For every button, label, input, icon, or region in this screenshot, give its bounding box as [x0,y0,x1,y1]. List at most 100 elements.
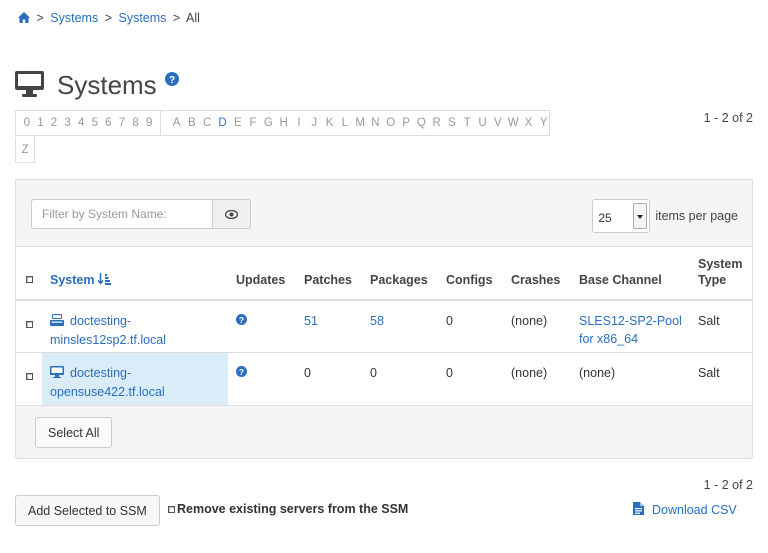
system-name-link[interactable]: doctesting-minsles12sp2.tf.local [50,314,166,347]
monitor-icon [15,71,44,100]
crashes-cell: (none) [503,299,571,353]
alpha-filter-letter: X [524,117,533,129]
breadcrumb-systems-link[interactable]: Systems [50,11,98,25]
pagination-bottom: 1 - 2 of 2 [703,478,753,492]
row-checkbox[interactable] [25,320,33,328]
packages-cell: 58 [362,299,438,353]
systems-table: System Updates Patches Packages Configs … [16,246,752,406]
row-checkbox[interactable] [25,373,33,380]
system-type-cell: Salt [690,352,752,406]
alpha-filter-digit: 0 [23,117,30,129]
page-header: Systems ? [15,53,179,119]
file-csv-icon [633,502,652,518]
column-header-base-channel: Base Channel [571,246,690,301]
eye-icon [224,207,239,222]
alpha-filter-letter: A [172,117,181,129]
breadcrumb-systems-sub-link[interactable]: Systems [119,11,167,25]
column-header-packages: Packages [362,246,438,301]
alpha-filter-letter: I [297,117,301,129]
alpha-filter-digit: 5 [91,117,98,129]
alpha-filter-letter: P [402,117,410,129]
remove-from-ssm-label: Remove existing servers from the SSM [177,502,409,516]
base-channel-link[interactable]: SLES12-SP2-Pool for x86_64 [579,314,682,346]
alpha-filter-letter: R [432,117,441,129]
column-header-updates: Updates [228,246,296,301]
alpha-filter-letter: Q [416,117,426,129]
row-checkbox-cell [16,352,42,406]
alpha-filter-z: Z [15,137,35,163]
table-row: doctesting-minsles12sp2.tf.local ? 51 58… [16,299,752,353]
svg-text:?: ? [239,315,244,325]
alpha-filter-digit: 7 [118,117,126,129]
alpha-filter-letter: O [386,117,396,129]
table-row: doctesting-opensuse422.tf.local ? 0 0 0 … [16,352,752,406]
updates-cell: ? [228,299,296,353]
select-all-button[interactable]: Select All [35,417,113,448]
alpha-filter-letter[interactable]: D [215,117,230,129]
alpha-filter-letter: C [203,117,212,129]
alpha-filter-digit: 1 [37,117,44,129]
system-name-cell: doctesting-opensuse422.tf.local [42,352,228,406]
breadcrumb-current: All [186,11,200,25]
updates-cell: ? [228,352,296,406]
filter-button[interactable] [213,199,251,229]
alpha-filter-digit: 3 [64,117,71,129]
column-header-system[interactable]: System [42,246,228,301]
alpha-filter-letter: S [448,117,456,129]
alpha-filter-digit: 2 [50,117,58,129]
configs-cell: 0 [438,299,503,353]
breadcrumb: > Systems > Systems > All [18,11,200,26]
column-header-configs: Configs [438,246,503,301]
download-csv-link[interactable]: Download CSV [633,502,737,518]
alpha-filter-letter: W [507,117,519,129]
alpha-filter-letter: B [188,117,196,129]
table-header-row: System Updates Patches Packages Configs … [16,246,752,301]
crashes-cell: (none) [503,352,571,406]
row-checkbox-cell [16,299,42,353]
svg-text:?: ? [239,367,244,377]
alphabet-filter-bar: 0123456789 ABCDEFGHIJKLMNOPQRSTUVWXY [15,110,550,136]
alpha-filter-letter: Y [539,117,548,129]
per-page-value: 25 [598,211,612,225]
system-name-link[interactable]: doctesting-opensuse422.tf.local [50,366,165,399]
breadcrumb-separator: > [104,11,113,25]
configs-cell: 0 [438,352,503,406]
patches-cell: 0 [296,352,362,406]
patches-link[interactable]: 51 [304,314,318,328]
page-title: Systems [57,70,157,101]
base-channel-cell: SLES12-SP2-Pool for x86_64 [571,299,690,353]
select-all-checkbox[interactable] [25,275,33,283]
question-circle-icon[interactable]: ? [236,312,247,330]
home-icon[interactable] [18,12,30,26]
filter-system-name-input[interactable] [31,199,213,229]
packages-cell: 0 [362,352,438,406]
alpha-filter-letter: M [355,117,365,129]
select-all-header-cell [16,246,42,301]
add-selected-to-ssm-button[interactable]: Add Selected to SSM [15,495,160,526]
alpha-filter-letter: H [279,117,288,129]
svg-text:?: ? [169,75,175,86]
alpha-filter-letter: E [233,117,242,129]
remove-from-ssm-checkbox[interactable] [168,505,175,513]
per-page-label: items per page [655,209,738,223]
alpha-filter-letter: U [478,117,487,129]
system-name-cell: doctesting-minsles12sp2.tf.local [42,299,228,353]
alpha-filter-letter: V [493,117,502,129]
alpha-filter-digit: 4 [77,117,85,129]
letter-filter-group: ABCDEFGHIJKLMNOPQRSTUVWXY [159,111,555,135]
packages-link[interactable]: 58 [370,314,384,328]
column-header-system-type: System Type [690,246,752,301]
help-icon[interactable]: ? [164,72,179,89]
breadcrumb-separator: > [172,11,181,25]
alpha-filter-digit: 9 [145,117,153,129]
column-header-crashes: Crashes [503,246,571,301]
column-label: System [50,272,95,287]
alpha-filter-letter: T [463,117,471,129]
digit-filter-group: 0123456789 [16,111,160,135]
question-circle-icon[interactable]: ? [236,364,247,382]
systems-panel: 25 items per page System Updates Patches… [15,179,753,459]
per-page-select[interactable]: 25 [592,199,651,233]
alpha-filter-digit: 8 [132,117,139,129]
alpha-filter-letter: K [325,117,334,129]
remove-from-ssm-option: Remove existing servers from the SSM [168,502,408,516]
